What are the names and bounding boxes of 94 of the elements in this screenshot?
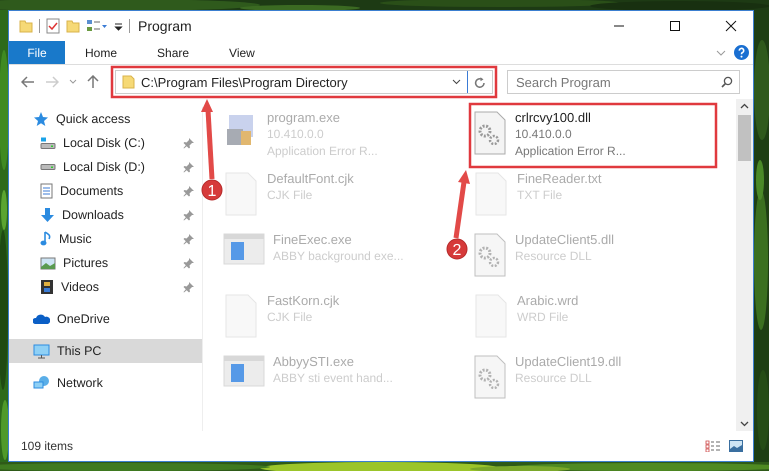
- pin-icon[interactable]: [183, 210, 194, 220]
- sidebar-label: OneDrive: [57, 312, 110, 326]
- sidebar-item[interactable]: Network: [9, 371, 202, 395]
- sidebar-label: Documents: [60, 184, 124, 198]
- sidebar-label: Music: [59, 232, 92, 246]
- step-marker: 1: [202, 180, 222, 200]
- file-detail: 10.410.0.0: [515, 126, 573, 143]
- maximize-icon[interactable]: [669, 20, 681, 32]
- file-name: FastKorn.cjk: [267, 292, 340, 309]
- refresh-icon[interactable]: [474, 76, 486, 88]
- ribbon-tab[interactable]: View: [209, 41, 275, 64]
- folder-icon: [122, 75, 135, 89]
- sidebar-item[interactable]: This PC: [9, 339, 202, 363]
- scroll-up-icon[interactable]: [740, 103, 749, 109]
- scrollbar-thumb[interactable]: [738, 115, 751, 161]
- file-menu-button[interactable]: File: [9, 41, 65, 64]
- download-arrow-icon: [40, 207, 55, 223]
- search-icon: [721, 76, 733, 88]
- drive-icon: [40, 137, 56, 149]
- arrow: [454, 170, 470, 238]
- ribbon-tab[interactable]: Home: [65, 41, 138, 64]
- sidebar-label: Pictures: [63, 256, 108, 270]
- sidebar-label: Local Disk (C:): [63, 136, 145, 150]
- document-icon: [223, 172, 259, 216]
- sidebar-item[interactable]: Local Disk (C:): [9, 131, 202, 155]
- pin-icon[interactable]: [183, 234, 194, 244]
- file-name: FineExec.exe: [273, 231, 353, 248]
- customize-toolbar-icon[interactable]: [114, 21, 123, 31]
- search-field[interactable]: Search Program: [507, 70, 740, 94]
- sidebar-item[interactable]: Downloads: [9, 203, 202, 227]
- help-icon[interactable]: [734, 45, 749, 60]
- pin-icon[interactable]: [183, 162, 194, 172]
- network-icon: [33, 375, 50, 391]
- address-path: C:\Program Files\Program Directory: [141, 74, 348, 90]
- music-note-icon: [40, 231, 52, 247]
- view-dropdown-icon[interactable]: [86, 19, 108, 33]
- gears-file-icon: [473, 233, 507, 277]
- gears-file-icon: [473, 355, 507, 399]
- picture-icon: [40, 256, 56, 270]
- document-icon: [473, 294, 509, 338]
- file-detail: Application Error R...: [515, 143, 626, 160]
- file-name: UpdateClient5.dll: [515, 231, 614, 248]
- gears-file-icon: [473, 111, 507, 155]
- details-view-icon[interactable]: [705, 440, 721, 452]
- sidebar-item[interactable]: Videos: [9, 275, 202, 299]
- document-icon: [473, 172, 509, 216]
- scroll-down-icon[interactable]: [740, 421, 749, 427]
- pin-icon[interactable]: [183, 282, 194, 292]
- pin-icon[interactable]: [183, 138, 194, 148]
- file-name: program.exe: [267, 109, 341, 126]
- window-title: Program: [138, 18, 192, 34]
- sidebar-item[interactable]: Quick access: [9, 107, 202, 131]
- application-window-icon: [223, 233, 265, 265]
- sidebar-item[interactable]: OneDrive: [9, 307, 202, 331]
- file-name: DefaultFont.cjk: [267, 170, 354, 187]
- item-count: 109 items: [21, 439, 74, 453]
- sidebar-item[interactable]: Music: [9, 227, 202, 251]
- film-icon: [40, 279, 54, 295]
- expand-ribbon-icon[interactable]: [716, 48, 726, 56]
- sidebar-item[interactable]: Local Disk (D:): [9, 155, 202, 179]
- document-icon: [223, 294, 259, 338]
- properties-icon[interactable]: [46, 18, 60, 34]
- scrollbar[interactable]: [736, 99, 753, 431]
- sidebar-label: Network: [57, 376, 103, 390]
- sidebar-label: Quick access: [56, 112, 130, 126]
- step-marker: 2: [446, 238, 468, 260]
- star-icon: [33, 111, 49, 127]
- sidebar-label: Downloads: [62, 208, 124, 222]
- file-name: AbbyySTI.exe: [273, 353, 355, 370]
- file-name: Arabic.wrd: [517, 292, 578, 309]
- pin-icon[interactable]: [183, 186, 194, 196]
- monitor-icon: [33, 344, 50, 358]
- sidebar-label: This PC: [57, 344, 102, 358]
- file-item[interactable]: crlrcvy100.dll 10.410.0.0 Application Error R...: [473, 107, 713, 165]
- back-arrow-icon[interactable]: [21, 76, 35, 88]
- close-icon[interactable]: [725, 20, 737, 32]
- ribbon-tab[interactable]: Share: [137, 41, 210, 64]
- document-icon: [40, 183, 53, 199]
- dropdown-caret-icon[interactable]: [452, 79, 461, 85]
- pin-icon[interactable]: [183, 258, 194, 268]
- file-name: UpdateClient19.dll: [515, 353, 622, 370]
- sidebar-label: Local Disk (D:): [63, 160, 145, 174]
- file-name: crlrcvy100.dll: [515, 109, 592, 126]
- application-window-icon: [223, 355, 265, 387]
- file-name: FineReader.txt: [517, 170, 602, 187]
- sidebar-item[interactable]: Documents: [9, 179, 202, 203]
- address-bar[interactable]: C:\Program Files\Program Directory: [115, 70, 493, 94]
- up-arrow-icon[interactable]: [87, 75, 99, 89]
- cloud-icon: [33, 314, 50, 324]
- sidebar-item[interactable]: Pictures: [9, 251, 202, 275]
- drive-icon: [40, 164, 56, 170]
- recent-locations-icon[interactable]: [69, 79, 77, 85]
- large-icons-view-icon[interactable]: [729, 440, 743, 452]
- sidebar-label: Videos: [61, 280, 99, 294]
